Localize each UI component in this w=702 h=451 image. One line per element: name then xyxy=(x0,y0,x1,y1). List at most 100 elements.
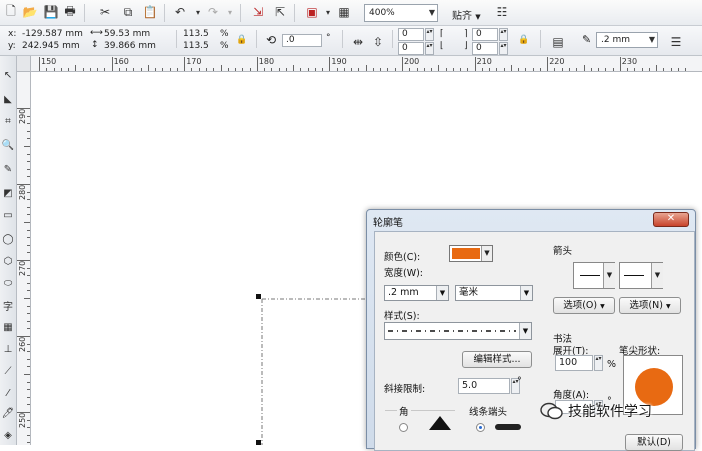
corner-radius-bottom-right[interactable]: 0 xyxy=(472,42,498,55)
pick-tool-icon[interactable]: ↖ xyxy=(1,68,15,82)
selection-handle[interactable] xyxy=(256,294,261,299)
chevron-down-icon: ▼ xyxy=(519,323,531,339)
spin-arrows-icon[interactable]: ▴▾ xyxy=(425,42,434,55)
ruler-tick xyxy=(27,396,30,398)
scale-height-field[interactable]: 113.5 xyxy=(183,41,209,51)
rotation-angle-field[interactable]: .0 xyxy=(282,34,322,47)
ruler-tick xyxy=(27,115,30,117)
application-launcher-icon[interactable]: ▣ xyxy=(304,4,320,20)
polygon-tool-icon[interactable]: ⬡ xyxy=(1,254,15,268)
ruler-tick xyxy=(27,229,30,231)
ruler-origin[interactable] xyxy=(17,56,31,72)
line-preview xyxy=(580,275,600,276)
connector-tool-icon[interactable]: ⟋ xyxy=(1,364,15,378)
smart-fill-icon[interactable]: ◩ xyxy=(1,186,15,200)
eyedropper-tool-icon[interactable]: ⁄ xyxy=(1,386,15,400)
ellipse-tool-icon[interactable]: ◯ xyxy=(1,232,15,246)
ruler-tick xyxy=(27,442,30,444)
undo-icon[interactable]: ↶ xyxy=(172,4,188,20)
cut-icon[interactable]: ✂ xyxy=(97,4,113,20)
ruler-tick xyxy=(198,68,200,71)
spin-arrows-icon[interactable]: ▴▾ xyxy=(594,355,603,371)
default-button[interactable]: 默认(D) xyxy=(625,434,683,451)
selection-handle[interactable] xyxy=(256,440,261,445)
ruler-tick xyxy=(27,176,30,178)
ruler-tick xyxy=(220,65,222,71)
spin-arrows-icon[interactable]: ▴▾ xyxy=(425,28,434,41)
ruler-tick xyxy=(82,68,84,71)
start-arrow-selector[interactable]: ▼ xyxy=(573,262,615,289)
redo-icon[interactable]: ↷ xyxy=(205,4,221,20)
ruler-tick xyxy=(27,275,30,277)
line-preview xyxy=(624,275,644,276)
zoom-tool-icon[interactable]: 🔍 xyxy=(1,138,15,152)
start-arrow-options-button[interactable]: 选项(O) ▼ xyxy=(553,297,615,314)
ruler-tick xyxy=(619,57,621,71)
paste-icon[interactable]: 📋 xyxy=(142,4,158,20)
scale-corners-icon[interactable]: ▤ xyxy=(550,34,566,50)
zoom-combo[interactable]: 400% ▼ xyxy=(364,4,438,22)
spin-arrows-icon[interactable]: ▴▾ xyxy=(499,28,508,41)
stretch-field[interactable]: 100 xyxy=(555,355,593,371)
corner-radius-top-left[interactable]: 0 xyxy=(398,28,424,41)
redo-dropdown-icon[interactable]: ▾ xyxy=(222,4,238,20)
copy-icon[interactable]: ⧉ xyxy=(120,4,136,20)
corner-radius-bottom-left[interactable]: 0 xyxy=(398,42,424,55)
print-icon[interactable]: 🖶 xyxy=(62,4,78,20)
cap-butt-radio[interactable] xyxy=(476,423,485,432)
crop-tool-icon[interactable]: ⌗ xyxy=(1,114,15,128)
line-style-dropdown[interactable]: ▼ xyxy=(384,322,532,340)
text-tool-icon[interactable]: 字 xyxy=(1,298,15,313)
corner-miter-radio[interactable] xyxy=(399,423,408,432)
lock-ratio-icon[interactable]: 🔒 xyxy=(236,35,247,45)
vertical-ruler[interactable]: 290 280 270 260 250 xyxy=(17,72,31,445)
snap-menu[interactable]: 贴齐 ▼ xyxy=(452,7,481,22)
freehand-tool-icon[interactable]: ✎ xyxy=(1,162,15,176)
ruler-tick xyxy=(89,68,91,71)
ruler-label: 230 xyxy=(621,57,638,66)
ruler-tick xyxy=(481,68,483,71)
basic-shapes-icon[interactable]: ⬭ xyxy=(1,276,15,290)
close-button[interactable]: ✕ xyxy=(653,212,689,227)
welcome-screen-icon[interactable]: ▦ xyxy=(336,4,352,20)
ruler-tick xyxy=(104,68,106,71)
spin-arrows-icon[interactable]: ▴▾ xyxy=(499,42,508,55)
end-arrow-options-button[interactable]: 选项(N) ▼ xyxy=(619,297,681,314)
miter-limit-field[interactable]: 5.0 xyxy=(458,378,510,394)
style-label: 样式(S): xyxy=(384,311,420,322)
undo-dropdown-icon[interactable]: ▾ xyxy=(190,4,206,20)
color-picker-button[interactable]: ▼ xyxy=(449,245,493,262)
height-field[interactable]: 39.866 mm xyxy=(104,41,156,51)
horizontal-ruler[interactable]: 150 160 170 180 190 200 210 220 230 xyxy=(17,56,702,72)
mirror-horizontal-icon[interactable]: ⇹ xyxy=(350,34,366,50)
options-icon[interactable]: ☷ xyxy=(494,4,510,20)
end-arrow-selector[interactable]: ▼ xyxy=(619,262,663,289)
save-icon[interactable]: 💾 xyxy=(43,4,59,20)
outline-width-dropdown[interactable]: .2 mm ▼ xyxy=(384,285,449,301)
edit-style-button[interactable]: 编辑样式... xyxy=(462,351,532,368)
ruler-tick xyxy=(27,199,30,201)
dimension-tool-icon[interactable]: ⊥ xyxy=(1,342,15,356)
degree-label: ° xyxy=(326,33,331,43)
y-position-field[interactable]: 242.945 mm xyxy=(22,41,80,51)
shape-tool-icon[interactable]: ◣ xyxy=(1,92,15,106)
table-tool-icon[interactable]: ▦ xyxy=(1,320,15,334)
ruler-tick xyxy=(191,68,193,71)
mirror-vertical-icon[interactable]: ⇳ xyxy=(370,34,386,50)
outline-width-combo[interactable]: .2 mm ▼ xyxy=(596,32,658,48)
open-folder-icon[interactable]: 📂 xyxy=(22,4,38,20)
x-position-field[interactable]: -129.587 mm xyxy=(22,29,83,39)
lock-corners-icon[interactable]: 🔒 xyxy=(518,35,529,45)
unit-dropdown[interactable]: 毫米 ▼ xyxy=(455,285,533,301)
rectangle-tool-icon[interactable]: ▭ xyxy=(1,208,15,222)
line-style-icon[interactable]: ☰ xyxy=(668,34,684,50)
import-icon[interactable]: ⇲ xyxy=(250,4,266,20)
width-field[interactable]: 59.53 mm xyxy=(104,29,150,39)
fill-tool-icon[interactable]: ◈ xyxy=(1,428,15,442)
launcher-dropdown-icon[interactable]: ▾ xyxy=(320,4,336,20)
scale-width-field[interactable]: 113.5 xyxy=(183,29,209,39)
corner-radius-top-right[interactable]: 0 xyxy=(472,28,498,41)
outline-pen-tool-icon[interactable]: 🖊 xyxy=(1,406,15,420)
export-icon[interactable]: ⇱ xyxy=(272,4,288,20)
new-document-icon[interactable]: 🗋 xyxy=(3,4,19,20)
